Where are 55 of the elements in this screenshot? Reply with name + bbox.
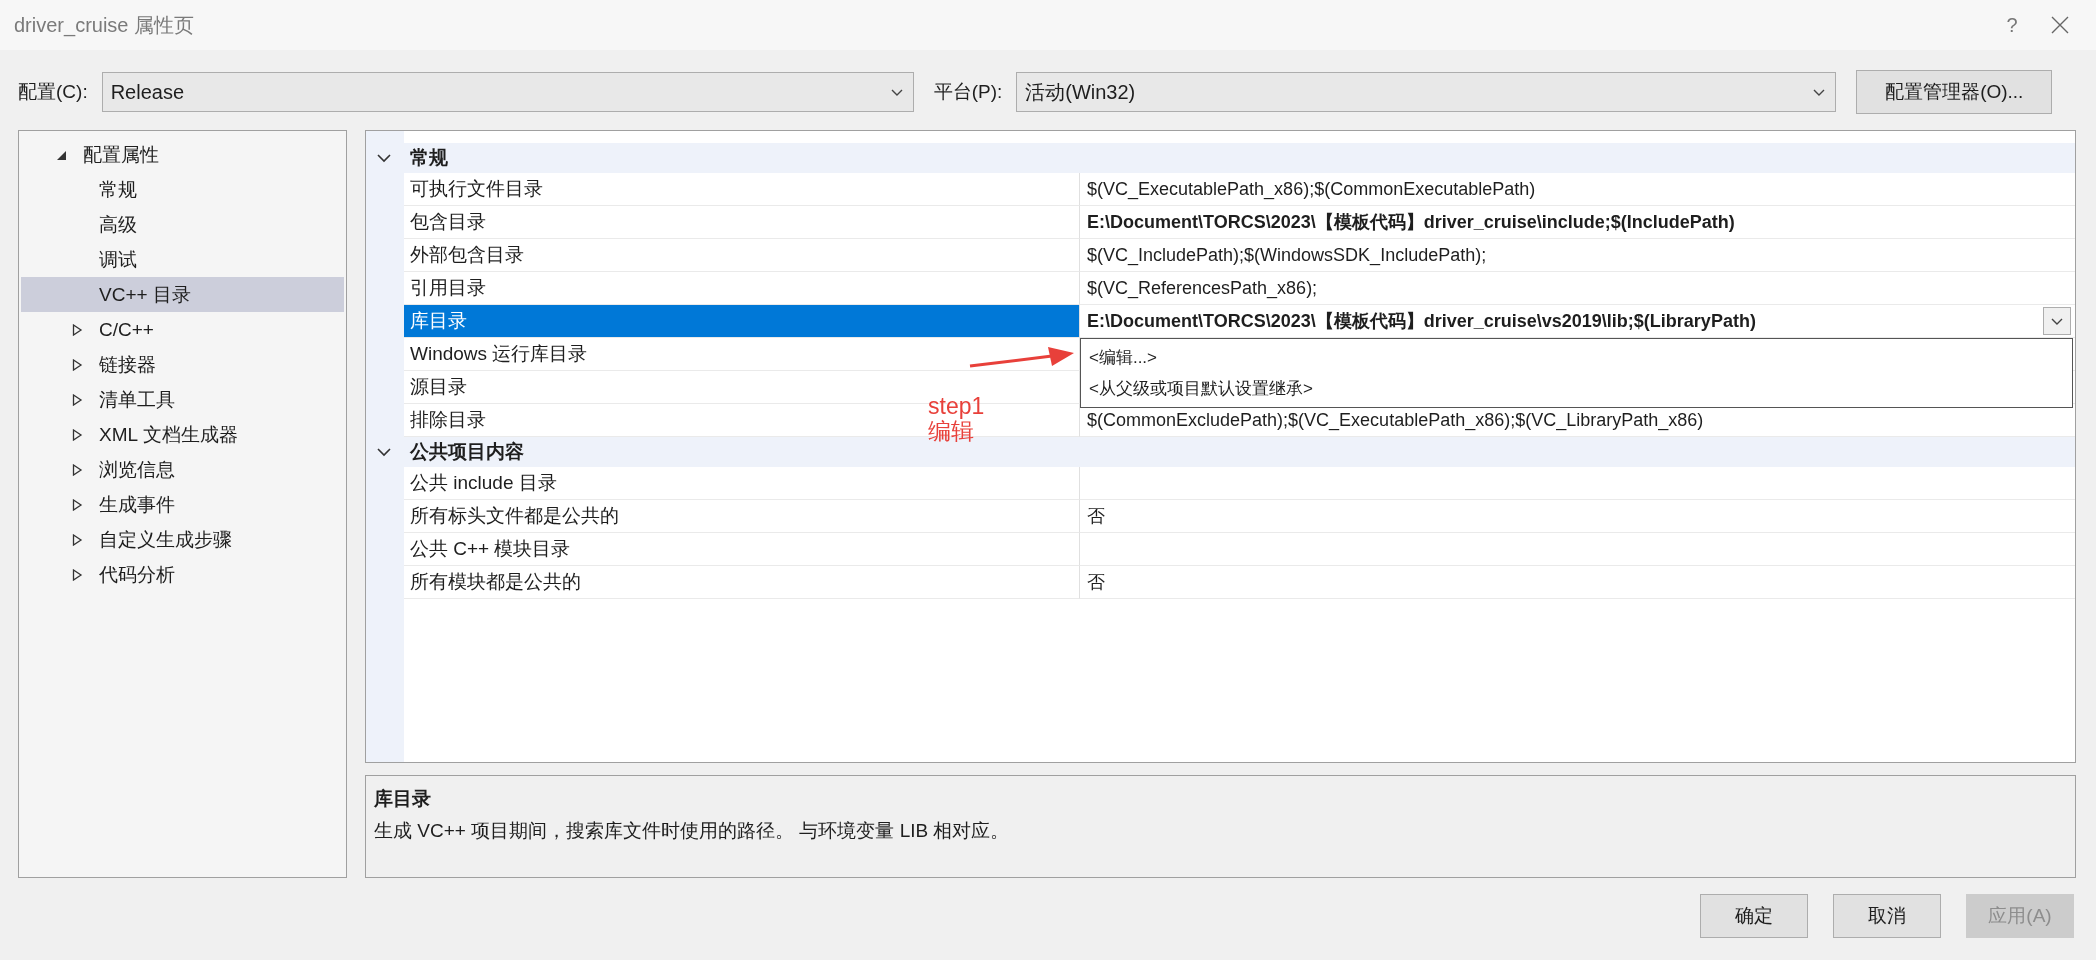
- tree-item[interactable]: 配置属性: [21, 137, 344, 172]
- collapsed-arrow-icon[interactable]: [71, 428, 83, 441]
- tree-item[interactable]: 代码分析: [21, 557, 344, 592]
- property-name[interactable]: 引用目录: [410, 275, 486, 301]
- tree-item[interactable]: XML 文档生成器: [21, 417, 344, 452]
- property-value: 否: [1087, 505, 1106, 528]
- close-icon[interactable]: [2050, 15, 2070, 35]
- dropdown-option[interactable]: <从父级或项目默认设置继承>: [1089, 374, 2064, 403]
- config-manager-button[interactable]: 配置管理器(O)...: [1856, 70, 2053, 114]
- property-name[interactable]: 可执行文件目录: [410, 176, 543, 202]
- tree-item[interactable]: VC++ 目录: [21, 277, 344, 312]
- collapsed-arrow-icon[interactable]: [71, 533, 83, 546]
- collapsed-arrow-icon[interactable]: [71, 393, 83, 406]
- property-name[interactable]: 外部包含目录: [410, 242, 524, 268]
- property-name[interactable]: Windows 运行库目录: [410, 341, 588, 367]
- config-label: 配置(C):: [18, 80, 88, 104]
- property-value: E:\Document\TORCS\2023\【模板代码】driver_cruise\vs2019\lib;$(LibraryPath): [1087, 310, 1757, 333]
- property-name[interactable]: 所有模块都是公共的: [410, 569, 581, 595]
- collapsed-arrow-icon[interactable]: [71, 463, 83, 476]
- property-name[interactable]: 公共 C++ 模块目录: [410, 536, 571, 562]
- tree-item[interactable]: 浏览信息: [21, 452, 344, 487]
- platform-label: 平台(P):: [933, 80, 1003, 104]
- property-value: $(VC_ExecutablePath_x86);$(CommonExecutablePath): [1087, 178, 1537, 200]
- dialog-button[interactable]: 确定: [1700, 894, 1808, 938]
- window-title: driver_cruise 属性页: [14, 12, 196, 39]
- tree-item[interactable]: 链接器: [21, 347, 344, 382]
- property-name[interactable]: 所有标头文件都是公共的: [410, 503, 619, 529]
- property-name[interactable]: 包含目录: [410, 209, 486, 235]
- property-value: $(CommonExcludePath);$(VC_ExecutablePath_x86);$(VC_LibraryPath_x86): [1087, 409, 1705, 431]
- description-text: 生成 VC++ 项目期间，搜索库文件时使用的路径。 与环境变量 LIB 相对应。: [374, 819, 1011, 843]
- description-title: 库目录: [374, 787, 432, 811]
- property-value: E:\Document\TORCS\2023\【模板代码】driver_cruise\include;$(IncludePath): [1087, 211, 1736, 234]
- property-value: $(VC_IncludePath);$(WindowsSDK_IncludePath);: [1087, 244, 1488, 266]
- collapsed-arrow-icon[interactable]: [71, 358, 83, 371]
- property-value: 否: [1087, 571, 1106, 594]
- tree-item[interactable]: 自定义生成步骤: [21, 522, 344, 557]
- dropdown-option[interactable]: <编辑...>: [1089, 343, 2064, 372]
- tree-item[interactable]: 高级: [21, 207, 344, 242]
- help-button[interactable]: ?: [1982, 13, 2042, 37]
- property-name[interactable]: 公共 include 目录: [410, 470, 557, 496]
- property-name[interactable]: 排除目录: [410, 407, 486, 433]
- collapsed-arrow-icon[interactable]: [71, 568, 83, 581]
- property-value: $(VC_ReferencesPath_x86);: [1087, 277, 1319, 299]
- dialog-button[interactable]: 取消: [1833, 894, 1941, 938]
- config-dropdown[interactable]: Release: [101, 72, 914, 112]
- property-name[interactable]: 源目录: [410, 374, 467, 400]
- tree-item[interactable]: 调试: [21, 242, 344, 277]
- tree-item[interactable]: 常规: [21, 172, 344, 207]
- tree-item[interactable]: 清单工具: [21, 382, 344, 417]
- collapsed-arrow-icon[interactable]: [71, 498, 83, 511]
- collapsed-arrow-icon[interactable]: [71, 323, 83, 336]
- property-name[interactable]: 库目录: [410, 308, 467, 334]
- tree-item[interactable]: 生成事件: [21, 487, 344, 522]
- tree-item[interactable]: C/C++: [21, 312, 344, 347]
- platform-dropdown[interactable]: 活动(Win32): [1016, 72, 1837, 112]
